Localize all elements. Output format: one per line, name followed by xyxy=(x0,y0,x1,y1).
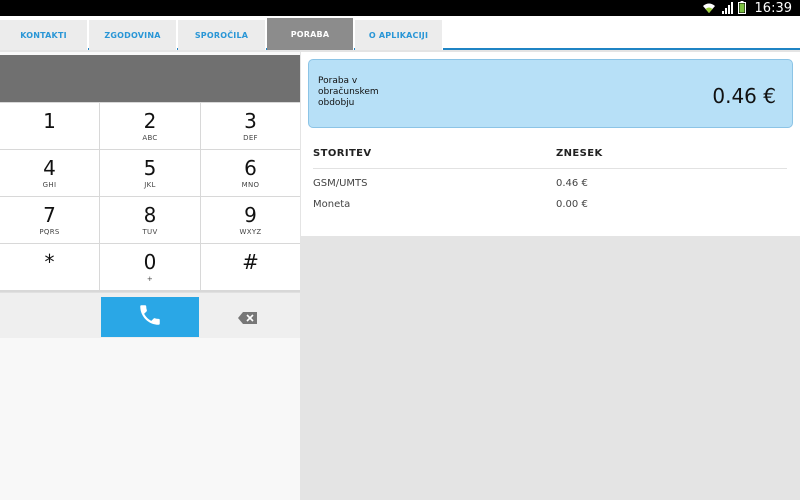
usage-period-label: Poraba v obračunskem obdobju xyxy=(318,76,379,108)
key-8[interactable]: 8 TUV xyxy=(100,197,200,243)
tab-bar: KONTAKTI ZGODOVINA SPOROČILA PORABA O AP… xyxy=(0,16,800,50)
key-digit: * xyxy=(44,250,55,274)
key-digit: 6 xyxy=(244,156,257,180)
column-header-service: STORITEV xyxy=(313,148,372,159)
key-digit: 5 xyxy=(143,156,157,180)
key-0[interactable]: 0 + xyxy=(100,244,200,290)
table-row-amount: 0.46 € xyxy=(556,178,588,189)
key-2[interactable]: 2 ABC xyxy=(100,103,200,149)
key-letters: GHI xyxy=(42,181,57,189)
key-digit: 8 xyxy=(143,203,157,227)
key-hash[interactable]: # xyxy=(201,244,300,290)
key-6[interactable]: 6 MNO xyxy=(201,150,300,196)
key-digit: 2 xyxy=(143,109,157,133)
key-digit: 9 xyxy=(244,203,257,227)
key-letters: JKL xyxy=(144,181,156,189)
key-letters: + xyxy=(146,275,154,283)
usage-panel: Poraba v obračunskem obdobju 0.46 € STOR… xyxy=(301,52,800,236)
key-5[interactable]: 5 JKL xyxy=(100,150,200,196)
tab-kontakti[interactable]: KONTAKTI xyxy=(0,20,88,50)
backspace-icon xyxy=(238,309,258,328)
usage-total-value: 0.46 € xyxy=(712,84,776,108)
phone-icon xyxy=(137,302,163,332)
number-display[interactable] xyxy=(0,55,300,102)
dialer-action-row xyxy=(0,292,300,338)
key-letters: MNO xyxy=(241,181,260,189)
key-digit: 3 xyxy=(244,109,257,133)
status-icons: 16:39 xyxy=(702,0,792,16)
key-7[interactable]: 7 PQRS xyxy=(0,197,99,243)
call-button[interactable] xyxy=(101,297,199,337)
table-row-service: GSM/UMTS xyxy=(313,178,368,189)
status-time: 16:39 xyxy=(754,0,792,16)
key-letters: TUV xyxy=(142,228,158,236)
dialer-empty-area xyxy=(0,338,300,500)
key-letters: ABC xyxy=(142,134,158,142)
tab-o-aplikaciji[interactable]: O APLIKACIJI xyxy=(355,20,443,50)
tab-sporocila[interactable]: SPOROČILA xyxy=(178,20,266,50)
battery-icon xyxy=(737,0,746,18)
key-digit: # xyxy=(242,250,259,274)
status-bar: 16:39 xyxy=(0,0,800,16)
key-digit: 4 xyxy=(43,156,56,180)
column-header-amount: ZNESEK xyxy=(556,148,603,159)
delete-button[interactable] xyxy=(238,309,260,324)
key-4[interactable]: 4 GHI xyxy=(0,150,99,196)
table-row-service: Moneta xyxy=(313,199,351,210)
header-divider xyxy=(313,168,787,169)
key-1[interactable]: 1 xyxy=(0,103,99,149)
key-digit: 0 xyxy=(143,250,157,274)
tab-poraba[interactable]: PORABA xyxy=(267,18,354,50)
key-star[interactable]: * xyxy=(0,244,99,290)
key-9[interactable]: 9 WXYZ xyxy=(201,197,300,243)
wifi-icon xyxy=(702,0,716,18)
table-row-amount: 0.00 € xyxy=(556,199,588,210)
key-letters: WXYZ xyxy=(239,228,262,236)
key-letters: PQRS xyxy=(39,228,60,236)
tab-zgodovina[interactable]: ZGODOVINA xyxy=(89,20,177,50)
usage-summary-card: Poraba v obračunskem obdobju 0.46 € xyxy=(308,59,793,128)
key-letters: DEF xyxy=(243,134,258,142)
key-3[interactable]: 3 DEF xyxy=(201,103,300,149)
key-digit: 7 xyxy=(43,203,56,227)
signal-icon xyxy=(721,0,733,18)
key-digit: 1 xyxy=(43,109,56,133)
dialer-panel: 1 2 ABC 3 DEF 4 GHI 5 JKL 6 MNO 7 PQRS 8… xyxy=(0,52,300,500)
